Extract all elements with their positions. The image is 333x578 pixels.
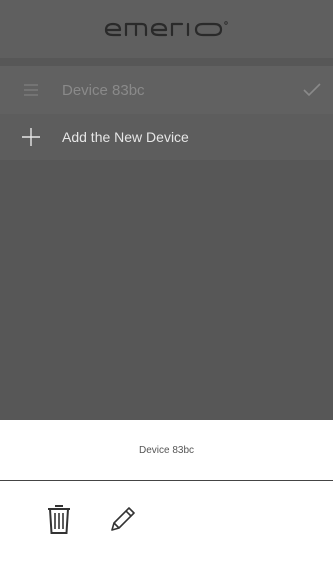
check-icon: [297, 83, 327, 97]
edit-device-button[interactable]: [106, 501, 140, 537]
trash-icon: [48, 505, 70, 534]
device-name-label: Device 83bc: [62, 81, 145, 99]
delete-device-button[interactable]: [42, 501, 76, 537]
add-new-device-button[interactable]: Add the New Device: [0, 114, 333, 160]
sheet-title: Device 83bc: [0, 420, 333, 481]
dimmed-overlay[interactable]: Device 83bc Add the New Device: [0, 0, 333, 420]
pencil-icon: [111, 507, 135, 531]
emerio-logo: [104, 21, 228, 37]
device-list-item[interactable]: Device 83bc: [0, 66, 333, 114]
app-header: [0, 0, 333, 58]
hamburger-icon[interactable]: [0, 84, 62, 96]
sheet-actions: [0, 481, 333, 537]
app-screen: Device 83bc Add the New Device Device 83…: [0, 0, 333, 578]
device-actions-sheet: Device 83bc: [0, 420, 333, 578]
add-new-device-label: Add the New Device: [62, 129, 189, 145]
plus-icon: [0, 128, 62, 146]
